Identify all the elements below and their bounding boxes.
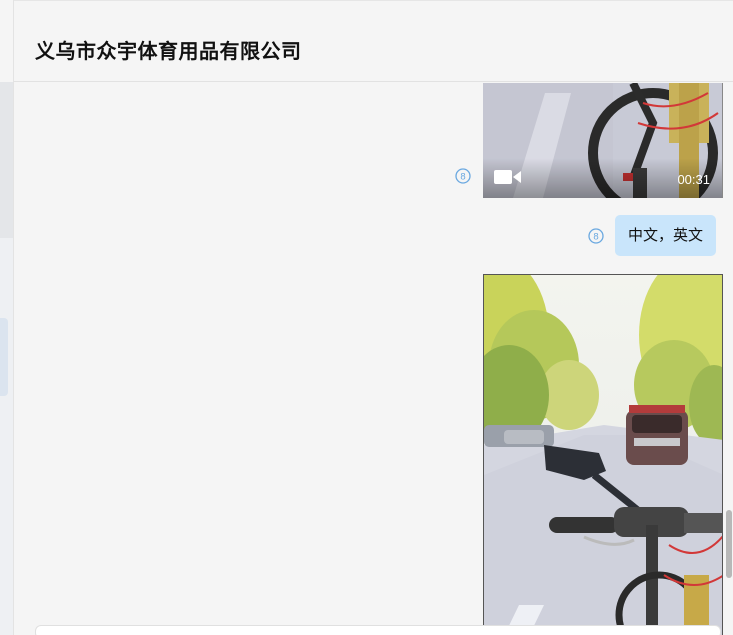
message-list[interactable]: 8 00:31 8 中文，英文: [14, 83, 733, 635]
message-input-area[interactable]: [35, 625, 721, 635]
scrollbar-thumb[interactable]: [726, 510, 732, 578]
read-status-icon: 8: [455, 168, 471, 184]
svg-text:8: 8: [593, 232, 598, 243]
chat-header: 义乌市众宇体育用品有限公司: [14, 0, 733, 82]
svg-text:8: 8: [460, 172, 465, 183]
list-edge-hover-item: [0, 82, 13, 238]
video-duration: 00:31: [677, 172, 710, 187]
chat-title: 义乌市众宇体育用品有限公司: [35, 41, 302, 63]
text-message-bubble[interactable]: 中文，英文: [615, 215, 717, 256]
chat-window: 义乌市众宇体育用品有限公司 8 00:31 8 中文，英文: [0, 0, 733, 635]
read-status-icon: 8: [588, 228, 604, 244]
active-conversation-indicator[interactable]: [0, 318, 8, 396]
video-camera-icon: [494, 170, 521, 184]
list-edge-top: [0, 0, 13, 82]
video-message[interactable]: 00:31: [483, 83, 723, 198]
image-message[interactable]: [483, 274, 723, 635]
conversation-list-edge[interactable]: [0, 0, 14, 635]
image-thumbnail: [484, 275, 722, 635]
